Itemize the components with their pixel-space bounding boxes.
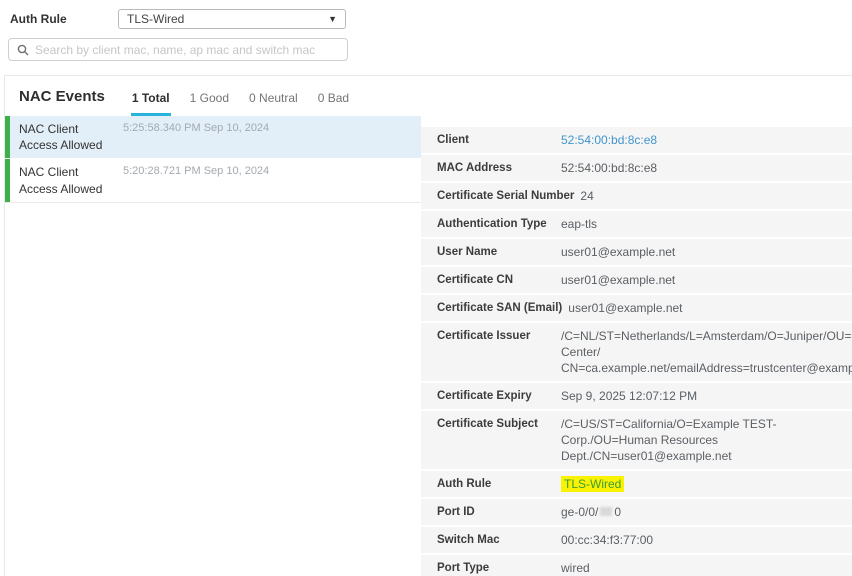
detail-value: /C=NL/ST=Netherlands/L=Amsterdam/O=Junip… (561, 328, 852, 376)
page-title: NAC Events (19, 88, 105, 105)
tab-0-neutral[interactable]: 0 Neutral (248, 91, 299, 116)
detail-value: 00:cc:34:f3:77:00 (561, 532, 842, 548)
detail-value: 52:54:00:bd:8c:e8 (561, 132, 842, 148)
detail-label: Certificate Expiry (437, 388, 561, 404)
nac-events-body: NAC Client Access Allowed 5:25:58.340 PM … (5, 116, 852, 576)
detail-label: Authentication Type (437, 216, 561, 232)
filter-bar: Auth Rule TLS-Wired ▼ (0, 0, 852, 30)
detail-row-switch-mac: Switch Mac00:cc:34:f3:77:00 (421, 527, 852, 553)
detail-label: Certificate SAN (Email) (437, 300, 568, 316)
event-timestamp: 5:20:28.721 PM Sep 10, 2024 (123, 164, 269, 177)
event-list: NAC Client Access Allowed 5:25:58.340 PM … (5, 116, 421, 576)
event-title: NAC Client Access Allowed (19, 121, 119, 153)
detail-label: Auth Rule (437, 476, 561, 492)
detail-label: Switch Mac (437, 532, 561, 548)
detail-label: Port Type (437, 560, 561, 576)
detail-label: Certificate Serial Number (437, 188, 580, 204)
detail-value: TLS-Wired (561, 476, 842, 492)
detail-value: 52:54:00:bd:8c:e8 (561, 160, 842, 176)
detail-value: 24 (580, 188, 842, 204)
detail-label: User Name (437, 244, 561, 260)
detail-value: user01@example.net (561, 272, 842, 288)
detail-row-certificate-expiry: Certificate ExpirySep 9, 2025 12:07:12 P… (421, 383, 852, 409)
detail-row-client: Client52:54:00:bd:8c:e8 (421, 127, 852, 153)
event-status-bar (5, 116, 10, 158)
detail-row-auth-rule: Auth RuleTLS-Wired (421, 471, 852, 497)
detail-row-certificate-serial-number: Certificate Serial Number24 (421, 183, 852, 209)
detail-label: Certificate CN (437, 272, 561, 288)
client-mac-link[interactable]: 52:54:00:bd:8c:e8 (561, 133, 657, 147)
search-box[interactable] (8, 38, 348, 61)
detail-value: Sep 9, 2025 12:07:12 PM (561, 388, 842, 404)
detail-value: /C=US/ST=California/O=Example TEST-Corp.… (561, 416, 842, 464)
tab-1-total[interactable]: 1 Total (131, 91, 171, 116)
event-title: NAC Client Access Allowed (19, 164, 119, 196)
detail-label: Certificate Subject (437, 416, 561, 464)
detail-row-certificate-cn: Certificate CNuser01@example.net (421, 267, 852, 293)
tab-1-good[interactable]: 1 Good (189, 91, 230, 116)
search-icon (17, 44, 29, 56)
event-list-item[interactable]: NAC Client Access Allowed 5:25:58.340 PM … (5, 116, 421, 158)
detail-label: Port ID (437, 504, 561, 520)
detail-label: Certificate Issuer (437, 328, 561, 376)
redacted-text-blur (600, 507, 612, 516)
auth-rule-dropdown-value: TLS-Wired (127, 12, 184, 26)
detail-label: MAC Address (437, 160, 561, 176)
nac-events-header: NAC Events 1 Total 1 Good 0 Neutral 0 Bad (5, 76, 852, 116)
search-row (0, 30, 852, 61)
detail-value: wired (561, 560, 842, 576)
auth-rule-dropdown[interactable]: TLS-Wired ▼ (118, 9, 346, 29)
event-details-panel: Client52:54:00:bd:8c:e8MAC Address52:54:… (421, 116, 852, 576)
detail-row-certificate-san-email: Certificate SAN (Email)user01@example.ne… (421, 295, 852, 321)
search-input[interactable] (35, 43, 339, 57)
detail-label: Client (437, 132, 561, 148)
detail-row-user-name: User Nameuser01@example.net (421, 239, 852, 265)
auth-rule-highlighted-value: TLS-Wired (561, 476, 624, 492)
detail-value: ge-0/0/0 (561, 504, 842, 520)
auth-rule-filter-label: Auth Rule (10, 12, 118, 26)
event-timestamp: 5:25:58.340 PM Sep 10, 2024 (123, 121, 269, 134)
detail-value: user01@example.net (561, 244, 842, 260)
chevron-down-icon: ▼ (328, 15, 337, 24)
detail-row-certificate-subject: Certificate Subject/C=US/ST=California/O… (421, 411, 852, 469)
event-status-bar (5, 159, 10, 201)
tab-0-bad[interactable]: 0 Bad (317, 91, 350, 116)
detail-value: eap-tls (561, 216, 842, 232)
event-filter-tabs: 1 Total 1 Good 0 Neutral 0 Bad (131, 76, 350, 116)
detail-row-port-type: Port Typewired (421, 555, 852, 576)
event-list-item[interactable]: NAC Client Access Allowed 5:20:28.721 PM … (5, 159, 421, 202)
detail-row-mac-address: MAC Address52:54:00:bd:8c:e8 (421, 155, 852, 181)
nac-events-panel: NAC Events 1 Total 1 Good 0 Neutral 0 Bad N… (4, 75, 852, 576)
detail-row-authentication-type: Authentication Typeeap-tls (421, 211, 852, 237)
detail-value: user01@example.net (568, 300, 842, 316)
detail-row-certificate-issuer: Certificate Issuer/C=NL/ST=Netherlands/L… (421, 323, 852, 381)
detail-row-port-id: Port IDge-0/0/0 (421, 499, 852, 525)
